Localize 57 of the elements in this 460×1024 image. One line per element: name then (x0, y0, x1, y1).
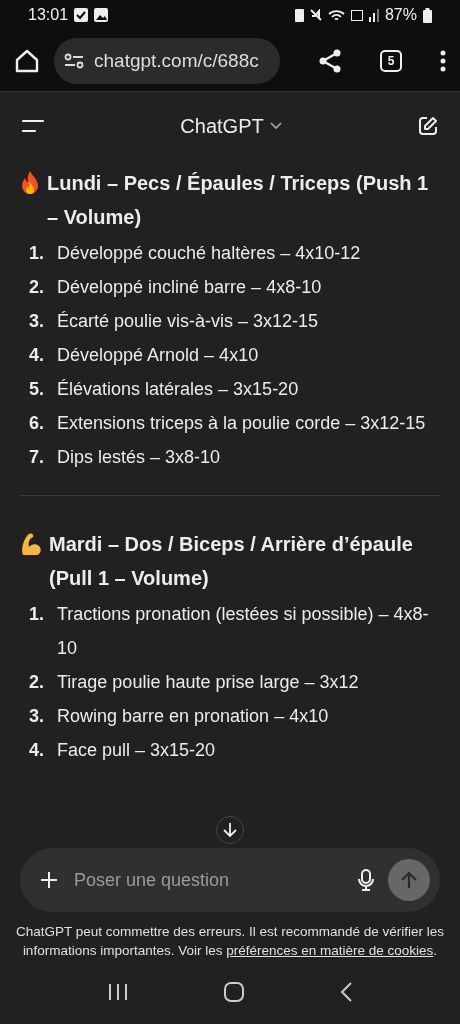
exercise-text: Rowing barre en pronation – 4x10 (57, 705, 329, 728)
list-number: 4. (29, 739, 45, 762)
exercise-text: Élévations latérales – 3x15-20 (57, 378, 299, 401)
section-heading: Mardi – Dos / Biceps / Arrière d’épaule (Pull 1 – Volume) (49, 532, 414, 591)
flame-icon (19, 170, 41, 196)
battery-percentage: 87% (384, 6, 417, 24)
list-number: 3. (29, 705, 45, 728)
list-number: 2. (29, 276, 45, 299)
exercise-text: Extensions triceps à la poulie corde – 3x12-15 (57, 412, 426, 435)
exercise-text: Développé incliné barre – 4x8-10 (57, 276, 322, 299)
share-icon[interactable] (318, 47, 342, 74)
exercise-text: Développé couché haltères – 4x10-12 (57, 242, 361, 265)
exercise-text: Tirage poulie haute prise large – 3x12 (57, 671, 359, 694)
list-number: 3. (29, 310, 45, 333)
back-icon[interactable] (340, 982, 352, 1002)
list-number: 5. (29, 378, 45, 401)
exercise-text: Face pull – 3x15-20 (57, 739, 216, 762)
arrow-up-icon (401, 871, 417, 889)
menu-icon[interactable] (440, 49, 446, 72)
exercise-text: Dips lestés – 3x8-10 (57, 446, 221, 469)
microphone-icon[interactable] (358, 869, 374, 891)
new-chat-icon[interactable] (418, 116, 438, 136)
arrow-down-icon (223, 822, 237, 838)
checkbox-notification-icon (74, 8, 89, 22)
list-number: 1. (29, 603, 45, 626)
battery-saver-icon (294, 8, 304, 22)
chevron-down-icon (269, 122, 282, 130)
disclaimer-text: ChatGPT peut commettre des erreurs. Il est recommandé de vérifier les informations importantes. Voir les préférences en matière de cookies. (14, 923, 446, 960)
exercise-text: Tractions pronation (lestées si possible) – 4x8-10 (57, 603, 430, 660)
exercise-text: Développé Arnold – 4x10 (57, 344, 259, 367)
section-heading: Lundi – Pecs / Épaules / Triceps (Push 1 – Volume) (47, 171, 430, 230)
address-bar[interactable]: chatgpt.com/c/688c (54, 37, 280, 84)
message-field[interactable]: Poser une question (72, 868, 344, 892)
mute-icon (309, 9, 322, 21)
tab-count-button[interactable]: 5 (380, 49, 402, 72)
model-selector[interactable]: ChatGPT (180, 114, 282, 138)
list-number: 1. (29, 242, 45, 265)
list-number: 4. (29, 344, 45, 367)
signal-icon (368, 8, 379, 22)
url-text: chatgpt.com/c/688c (94, 49, 259, 72)
list-number: 2. (29, 671, 45, 694)
sidebar-menu-icon[interactable] (22, 119, 44, 133)
battery-icon (423, 7, 432, 23)
wifi-icon (327, 10, 345, 20)
list-number: 6. (29, 412, 45, 435)
clock: 13:01 (28, 6, 69, 24)
send-button[interactable] (388, 859, 430, 901)
home-icon[interactable] (14, 47, 40, 74)
home-button-icon[interactable] (224, 982, 244, 1002)
image-notification-icon (94, 8, 109, 22)
exercise-text: Écarté poulie vis-à-vis – 3x12-15 (57, 310, 319, 333)
site-settings-icon (64, 52, 84, 69)
flexed-arm-icon (19, 531, 43, 557)
scroll-down-button[interactable] (216, 816, 244, 844)
recent-apps-icon[interactable] (108, 983, 128, 1001)
plus-icon[interactable] (40, 871, 58, 889)
list-number: 7. (29, 446, 45, 469)
